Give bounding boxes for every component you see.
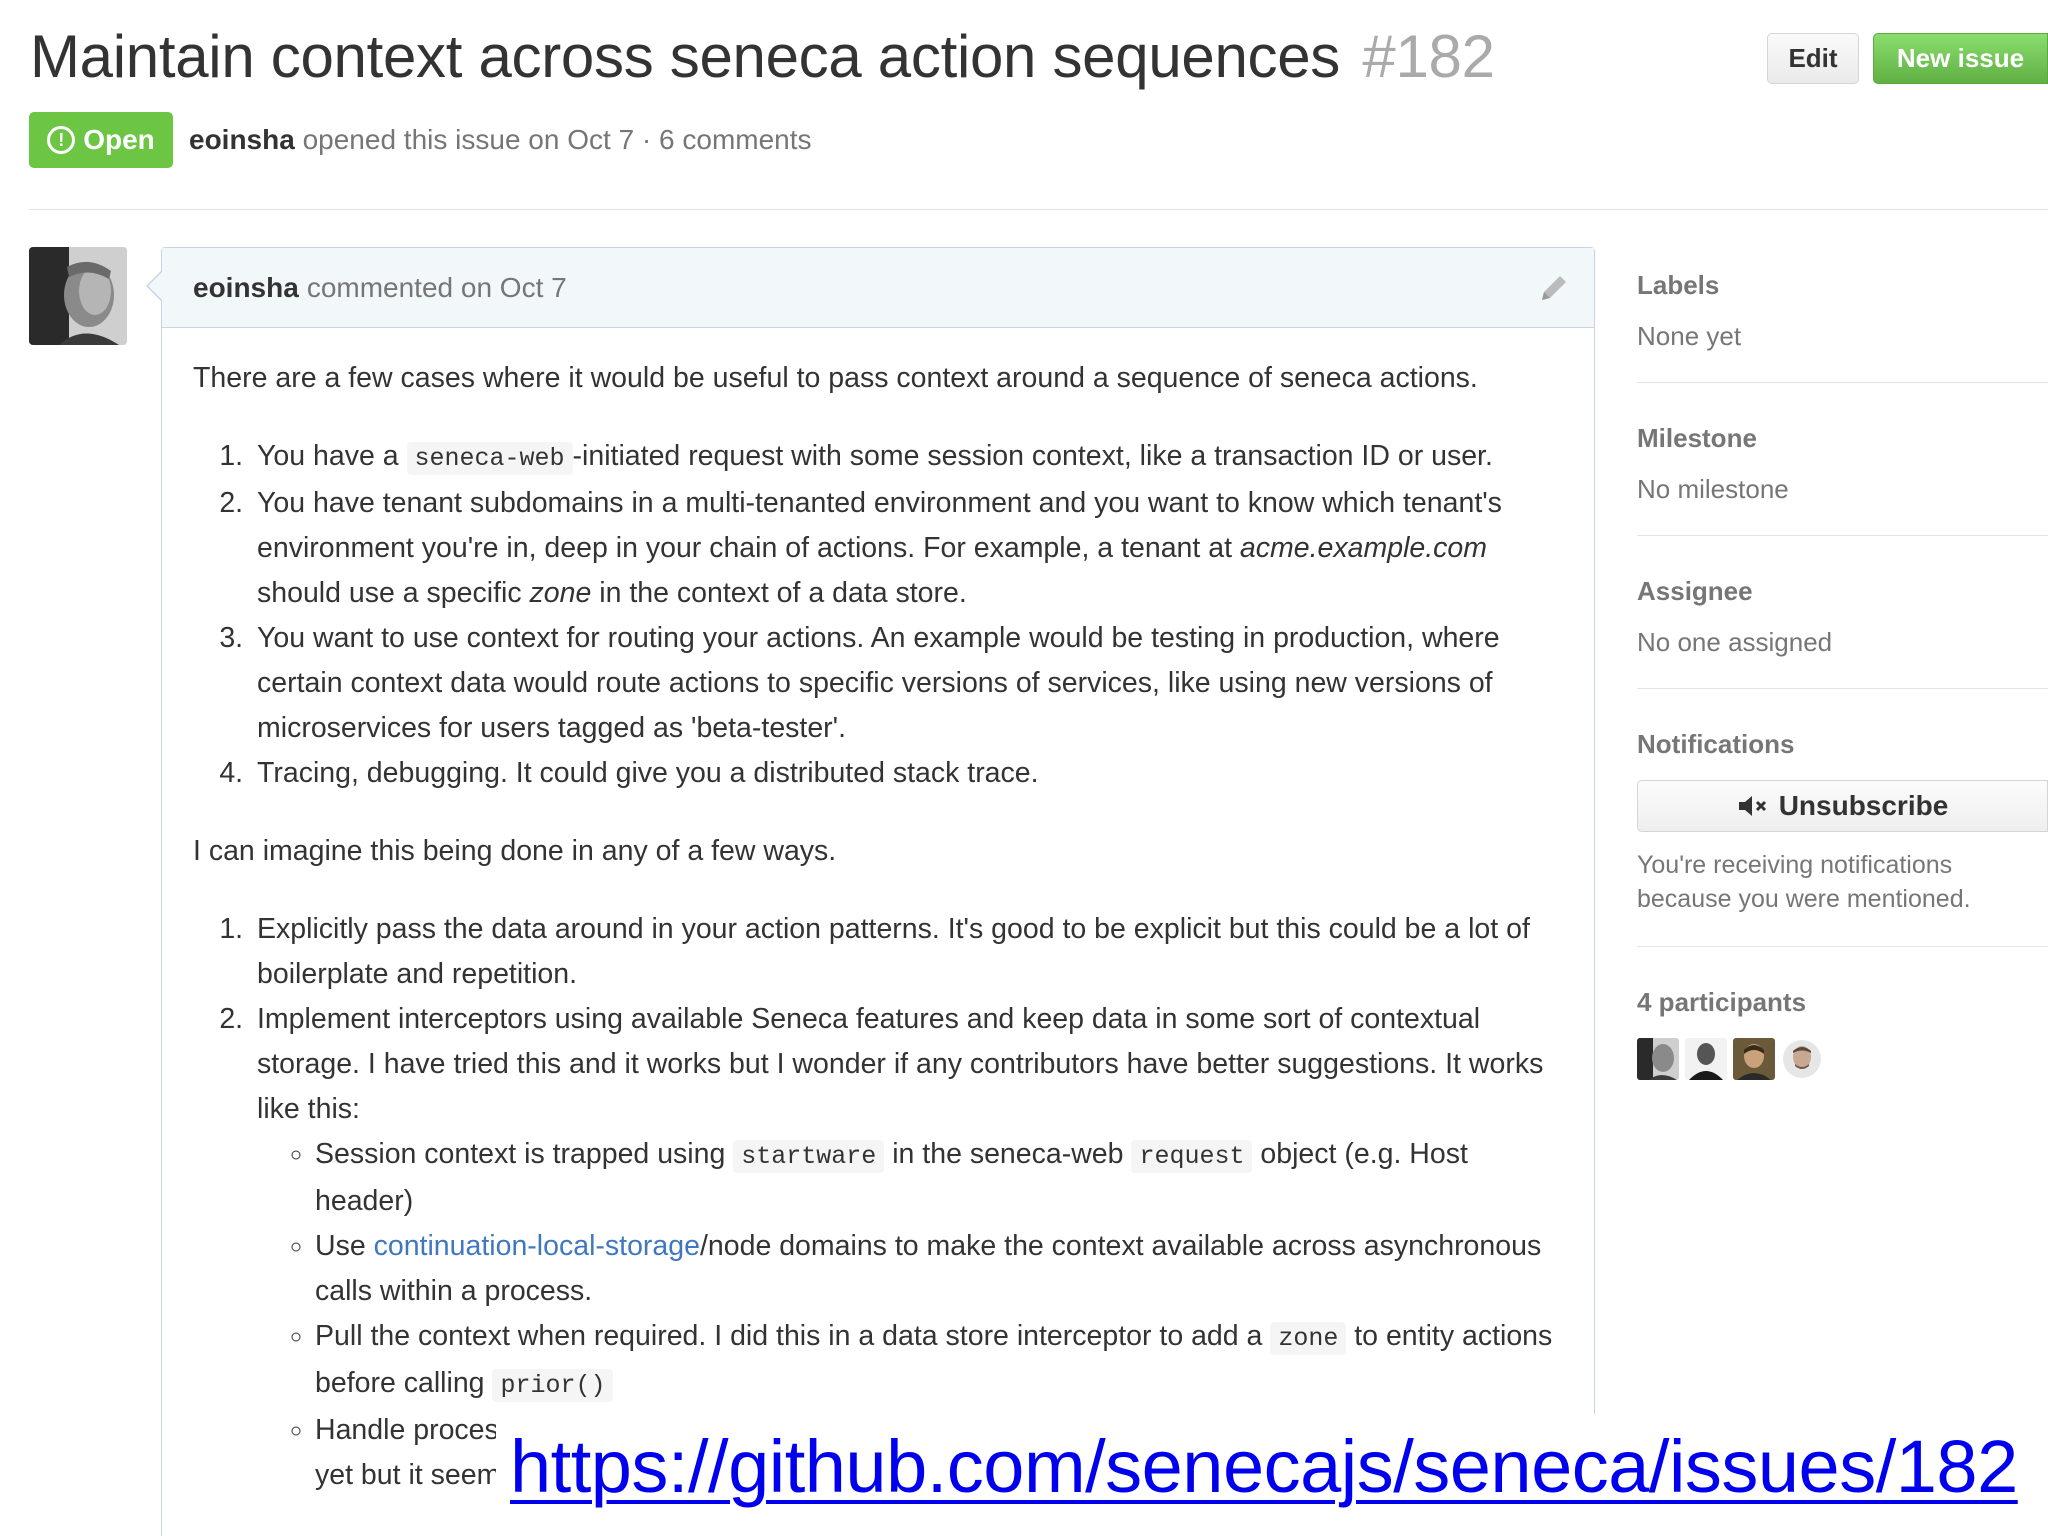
code-span: startware [733,1140,885,1173]
detail-text: Pull the context when required. I did th… [315,1320,1271,1352]
list-item: Tracing, debugging. It could give you a … [251,751,1564,796]
comment-box: eoinsha commented on Oct 7 There are a f… [161,247,1595,1536]
list-item: Explicitly pass the data around in your … [251,907,1564,997]
header-divider [29,209,2048,210]
case-text: should use a specific [257,577,530,609]
participants-heading: 4 participants [1637,987,1807,1017]
detail-text: yet but it seem [315,1459,501,1491]
ways-intro: I can imagine this being done in any of … [193,835,837,867]
assignee-heading: Assignee [1637,576,1753,606]
unsubscribe-label: Unsubscribe [1778,790,1949,821]
comment-timestamp[interactable]: commented on Oct 7 [307,272,567,304]
assignee-section: Assignee No one assigned [1637,576,2048,689]
issue-title-text: Maintain context across seneca action se… [30,23,1341,90]
participant-avatar[interactable] [1637,1038,1679,1080]
avatar-photo [29,247,127,345]
pencil-icon[interactable] [1536,270,1572,306]
new-issue-button[interactable]: New issue [1873,33,2048,84]
labels-value: None yet [1637,321,1742,351]
labels-heading: Labels [1637,270,1720,300]
detail-text: Session context is trapped using [315,1138,734,1170]
list-item: Pull the context when required. I did th… [315,1314,1564,1408]
code-span: seneca-web [406,442,573,475]
list-item: You want to use context for routing your… [251,616,1564,751]
emphasis: zone [529,577,592,609]
list-item: Use continuation-local-storage/node doma… [315,1224,1564,1314]
milestone-heading: Milestone [1637,423,1757,453]
mute-icon [1738,796,1766,816]
issue-meta-text: opened this issue on Oct 7 · 6 comments [302,124,812,155]
detail-text: Use [315,1230,374,1262]
cls-link[interactable]: continuation-local-storage [374,1230,700,1262]
issue-opened-icon: ! [47,126,76,154]
case-text: -initiated request with some session con… [572,440,1493,472]
case-text: You have a [257,440,399,472]
issue-number: #182 [1362,23,1495,90]
list-item: You have a seneca-web-initiated request … [251,434,1564,481]
notifications-section: Notifications Unsubscribe You're receivi… [1637,729,2048,947]
edit-button[interactable]: Edit [1767,33,1859,84]
notification-reason: You're receiving notifications because y… [1637,851,1971,913]
code-span: zone [1270,1322,1347,1355]
list-item: You have tenant subdomains in a multi-te… [251,481,1564,616]
code-span: request [1131,1140,1253,1173]
issue-title: Maintain context across seneca action se… [30,22,1495,91]
assignee-value: No one assigned [1637,627,1833,657]
issue-author-link[interactable]: eoinsha [189,124,295,155]
milestone-section: Milestone No milestone [1637,423,2048,536]
notifications-heading: Notifications [1637,729,1795,759]
participants-section: 4 participants [1637,987,2048,1080]
issue-url-link[interactable]: https://github.com/senecajs/seneca/issue… [510,1424,2018,1509]
participant-avatar[interactable] [1781,1038,1823,1080]
participant-avatar[interactable] [1733,1038,1775,1080]
avatar[interactable] [29,247,127,345]
state-badge: ! Open [29,112,173,168]
list-item: Session context is trapped using startwa… [315,1132,1564,1224]
comment-arrow-inner [148,272,162,300]
approach-text: Implement interceptors using available S… [257,1003,1544,1125]
approaches-list: Explicitly pass the data around in your … [251,907,1564,1498]
emphasis: acme.example.com [1239,532,1488,564]
detail-text: Handle proces [315,1414,499,1446]
comment-header: eoinsha commented on Oct 7 [162,248,1594,328]
comment-author-link[interactable]: eoinsha [193,272,299,304]
milestone-value: No milestone [1637,474,1789,504]
code-span: prior() [492,1369,614,1402]
unsubscribe-button[interactable]: Unsubscribe [1637,780,2048,832]
state-label: Open [83,124,155,155]
detail-text: in the seneca-web [884,1138,1132,1170]
issue-meta: eoinsha opened this issue on Oct 7 · 6 c… [189,124,812,156]
sidebar: Labels None yet Milestone No milestone A… [1637,270,2048,1080]
participants-list [1637,1038,2048,1080]
participant-avatar[interactable] [1685,1038,1727,1080]
comment-intro: There are a few cases where it would be … [193,362,1478,394]
case-text: in the context of a data store. [591,577,967,609]
labels-section: Labels None yet [1637,270,2048,383]
comment-body: There are a few cases where it would be … [162,328,1594,1498]
use-cases-list: You have a seneca-web-initiated request … [251,434,1564,796]
